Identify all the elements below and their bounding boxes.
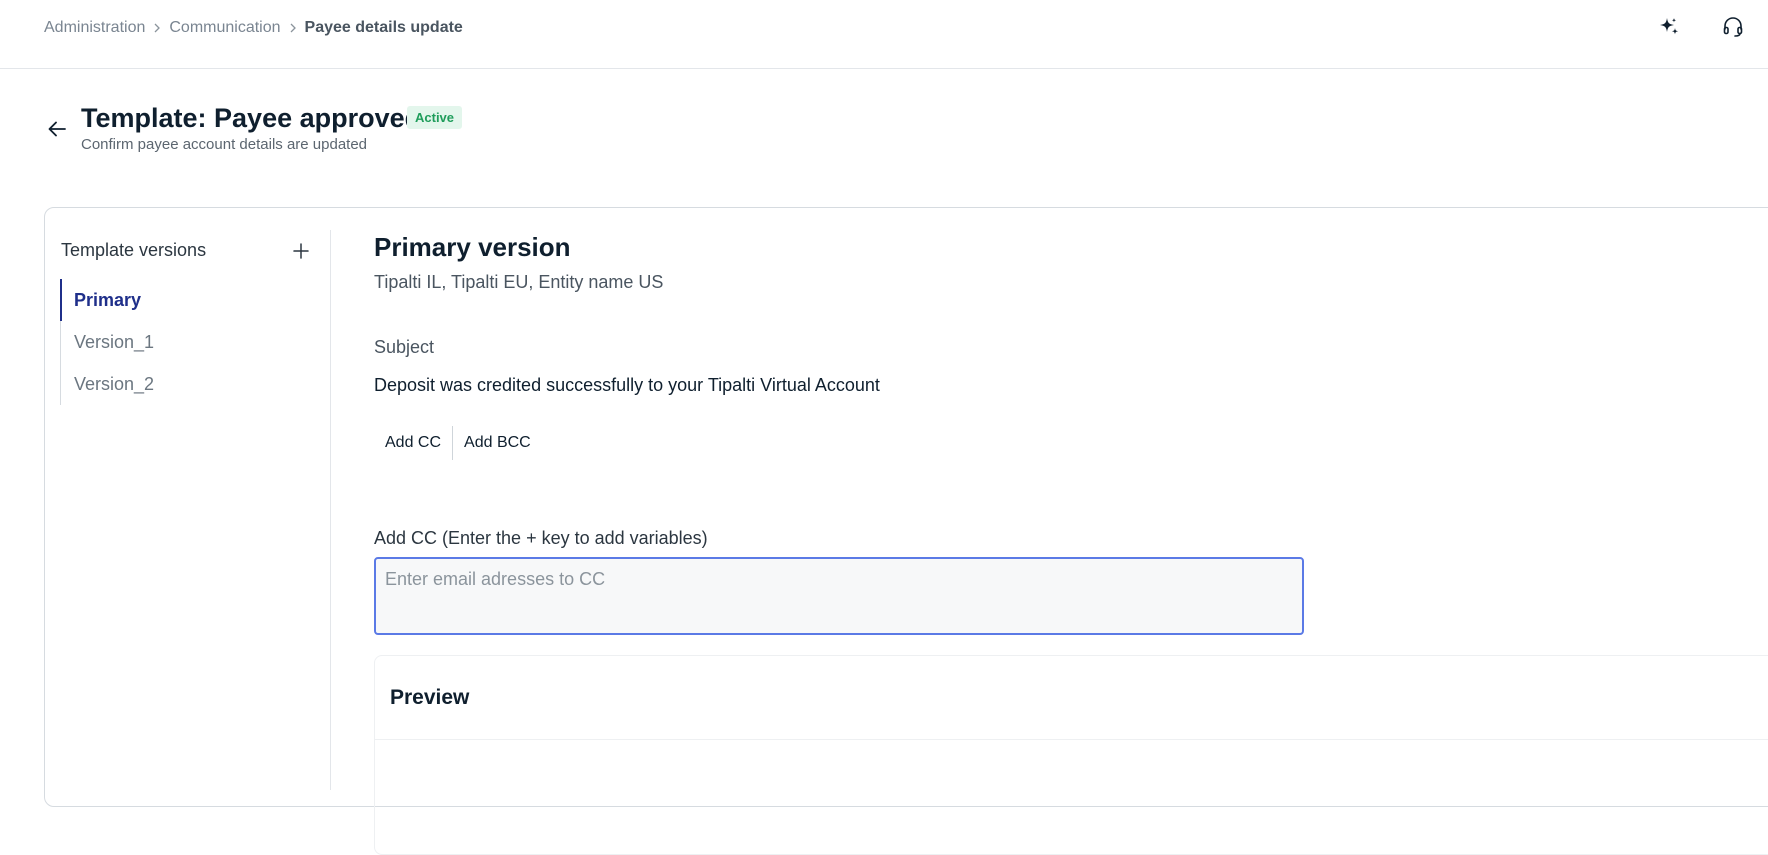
subject-value: Deposit was credited successfully to you…: [374, 375, 880, 395]
add-version-button[interactable]: [288, 238, 314, 264]
cc-bcc-buttons: Add CC Add BCC: [374, 426, 542, 460]
status-badge: Active: [407, 106, 463, 129]
cc-email-input[interactable]: [374, 557, 1304, 635]
version-item-version-1[interactable]: Version_1: [61, 321, 315, 363]
arrow-left-icon: [48, 121, 66, 137]
sidebar-title: Template versions: [61, 240, 207, 260]
sparkle-icon[interactable]: [1654, 12, 1684, 42]
version-list: Primary Version_1 Version_2: [60, 279, 315, 405]
preview-divider: [375, 739, 1768, 740]
back-button[interactable]: [43, 115, 71, 143]
chevron-right-icon: [290, 23, 296, 33]
breadcrumb-communication[interactable]: Communication: [169, 19, 280, 37]
breadcrumb-administration[interactable]: Administration: [44, 19, 145, 37]
versions-sidebar: Template versions Primary Version_1 Vers…: [45, 230, 331, 790]
entity-list: Tipalti IL, Tipalti EU, Entity name US: [374, 272, 664, 292]
plus-icon: [293, 243, 309, 259]
headset-icon[interactable]: [1718, 12, 1748, 42]
page-subtitle: Confirm payee account details are update…: [81, 136, 368, 153]
subject-label: Subject: [374, 337, 435, 357]
top-bar: Administration Communication Payee detai…: [0, 0, 1768, 69]
chevron-right-icon: [154, 23, 161, 33]
version-item-primary[interactable]: Primary: [60, 279, 315, 321]
preview-panel: Preview: [374, 655, 1768, 855]
version-title: Primary version: [374, 232, 571, 262]
add-cc-button[interactable]: Add CC: [374, 426, 452, 460]
add-bcc-button[interactable]: Add BCC: [453, 426, 542, 460]
template-card: Template versions Primary Version_1 Vers…: [44, 207, 1768, 855]
breadcrumb-current: Payee details update: [304, 19, 463, 36]
cc-field-label: Add CC (Enter the + key to add variables…: [374, 528, 708, 548]
version-item-version-2[interactable]: Version_2: [61, 363, 315, 405]
preview-title: Preview: [390, 686, 470, 709]
page-title: Template: Payee approved: [81, 103, 422, 133]
breadcrumb: Administration Communication Payee detai…: [44, 16, 463, 40]
